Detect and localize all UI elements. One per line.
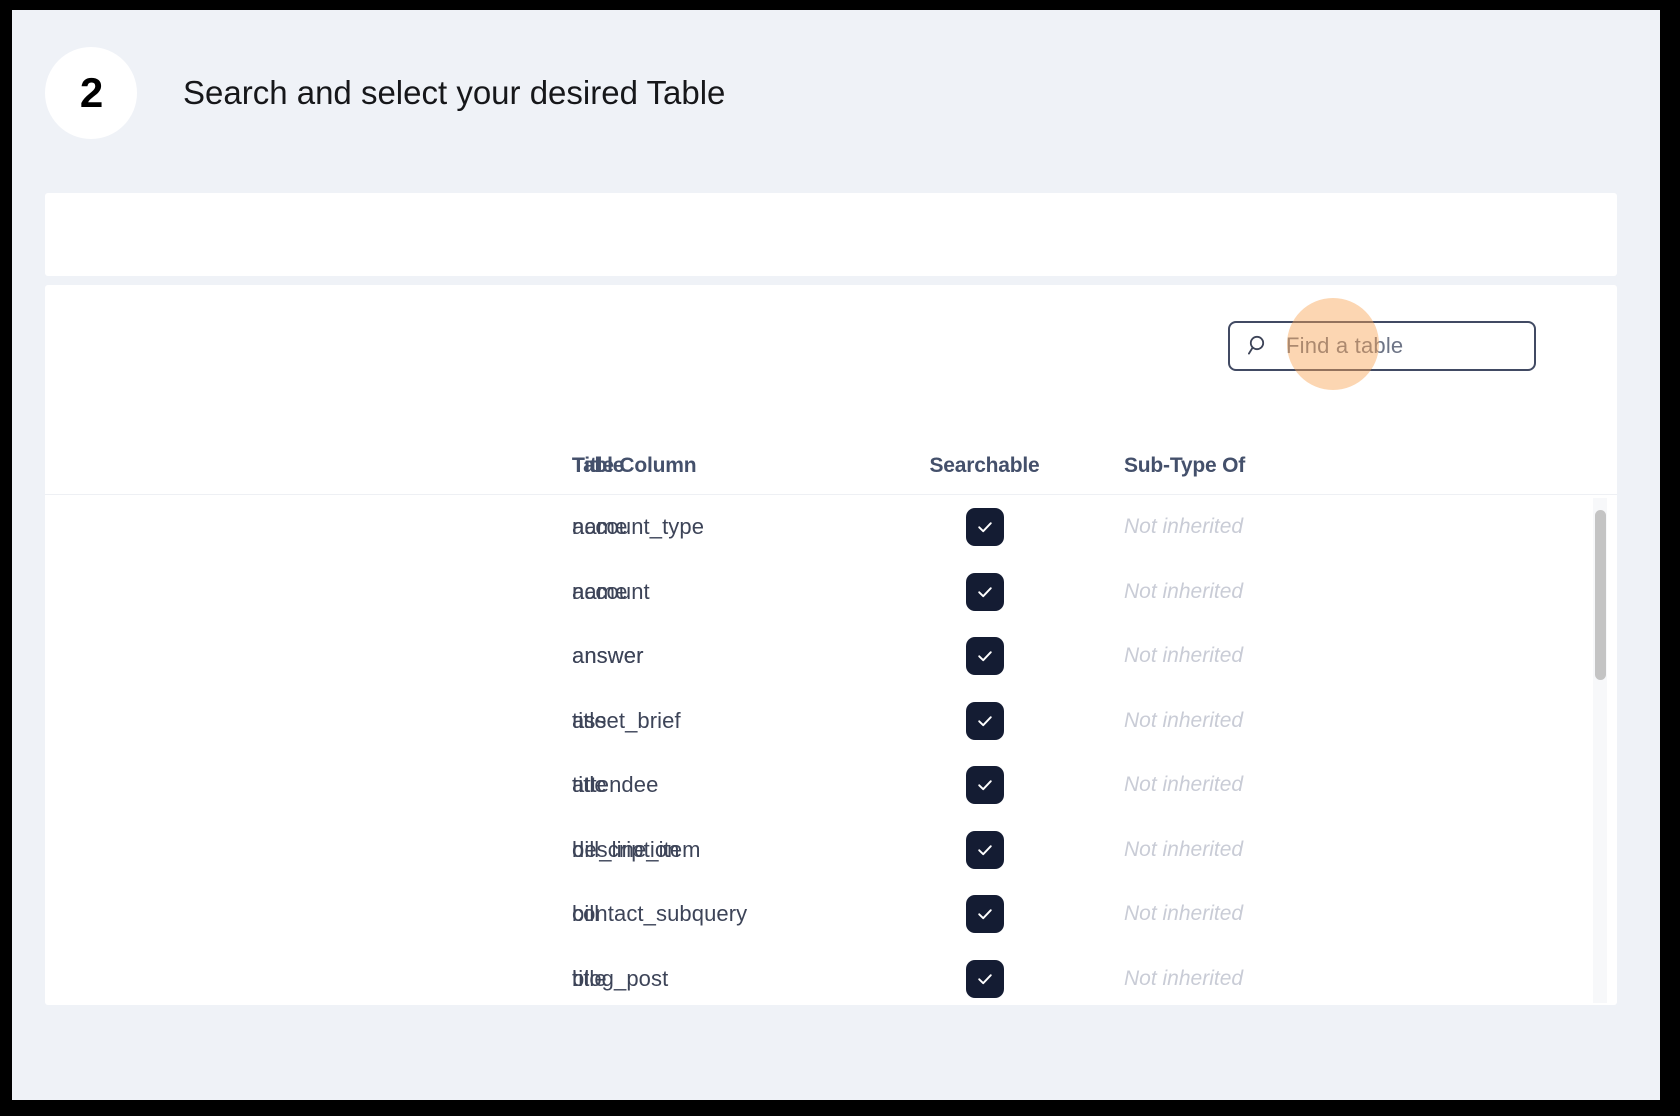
search-placeholder: Find a table bbox=[1286, 333, 1404, 358]
cell-searchable bbox=[859, 830, 1124, 869]
cell-searchable bbox=[859, 508, 1124, 547]
table-row[interactable]: blog_post title Not inherited bbox=[45, 947, 1617, 1006]
cell-sub-type-of: Not inherited bbox=[1124, 773, 1244, 797]
cell-table-name: bill_line_item bbox=[572, 836, 701, 862]
table-row[interactable]: account name Not inherited bbox=[45, 560, 1617, 625]
searchable-checkbox[interactable] bbox=[965, 508, 1004, 547]
searchable-checkbox[interactable] bbox=[965, 701, 1004, 740]
cell-table-name: attendee bbox=[572, 772, 659, 798]
cell-title-column: title bbox=[572, 965, 607, 991]
cell-searchable bbox=[859, 701, 1124, 740]
column-header-sub-type-of: Sub-Type Of bbox=[1124, 454, 1246, 477]
cell-sub-type-of: Not inherited bbox=[1124, 708, 1244, 732]
cell-title-column: answer bbox=[572, 643, 644, 669]
cell-sub-type-of: Not inherited bbox=[1124, 579, 1244, 603]
cell-sub-type-of: Not inherited bbox=[1124, 902, 1244, 926]
searchable-checkbox[interactable] bbox=[965, 830, 1004, 869]
cell-searchable bbox=[859, 895, 1124, 934]
table-row[interactable]: asset_brief title Not inherited bbox=[45, 689, 1617, 754]
searchable-checkbox[interactable] bbox=[965, 572, 1004, 611]
table-body: account_type name Not inherited account name… bbox=[45, 495, 1617, 1005]
searchable-checkbox[interactable] bbox=[965, 637, 1004, 676]
step-header: 2 Search and select your desired Table bbox=[45, 47, 725, 139]
tables-list: Table Title Column Searchable Sub-Type O… bbox=[45, 435, 1617, 1005]
cell-title-column: name bbox=[572, 578, 628, 604]
table-header-row: Table Title Column Searchable Sub-Type O… bbox=[45, 435, 1617, 495]
cell-table-name: asset_brief bbox=[572, 707, 681, 733]
cell-title-column: contact_subquery bbox=[572, 901, 748, 927]
top-panel bbox=[45, 193, 1617, 276]
cell-title-column: title bbox=[572, 772, 607, 798]
searchable-checkbox[interactable] bbox=[965, 959, 1004, 998]
cell-searchable bbox=[859, 572, 1124, 611]
table-panel: Find a table Table Title Column Searchab… bbox=[45, 285, 1617, 1005]
table-row[interactable]: attendee title Not inherited bbox=[45, 753, 1617, 818]
page-canvas: 2 Search and select your desired Table F… bbox=[12, 10, 1660, 1100]
search-input[interactable]: Find a table bbox=[1228, 321, 1536, 371]
cell-sub-type-of: Not inherited bbox=[1124, 837, 1244, 861]
table-scrollbar-thumb[interactable] bbox=[1595, 510, 1606, 680]
column-header-title-column: Title Column bbox=[572, 454, 697, 477]
table-row[interactable]: bill contact_subquery Not inherited bbox=[45, 882, 1617, 947]
column-header-searchable: Searchable bbox=[929, 454, 1040, 477]
search-icon bbox=[1248, 335, 1270, 357]
cell-searchable bbox=[859, 637, 1124, 676]
searchable-checkbox[interactable] bbox=[965, 766, 1004, 805]
column-header-table: Table bbox=[572, 454, 625, 477]
cell-table-name: account bbox=[572, 578, 650, 604]
step-number-badge: 2 bbox=[45, 47, 137, 139]
table-row[interactable]: bill_line_item description Not inherited bbox=[45, 818, 1617, 883]
table-row[interactable]: account_type name Not inherited bbox=[45, 495, 1617, 560]
cell-searchable bbox=[859, 959, 1124, 998]
screen-frame: 2 Search and select your desired Table F… bbox=[0, 0, 1680, 1116]
cell-sub-type-of: Not inherited bbox=[1124, 644, 1244, 668]
cell-table-name: answer bbox=[572, 643, 644, 669]
cell-title-column: title bbox=[572, 707, 607, 733]
cell-table-name: bill bbox=[572, 901, 600, 927]
table-scrollbar[interactable] bbox=[1593, 498, 1607, 1003]
cell-table-name: account_type bbox=[572, 514, 705, 540]
cell-sub-type-of: Not inherited bbox=[1124, 515, 1244, 539]
search-row: Find a table bbox=[1228, 321, 1536, 371]
page-title: Search and select your desired Table bbox=[183, 74, 726, 111]
table-row[interactable]: answer answer Not inherited bbox=[45, 624, 1617, 689]
cell-title-column: description bbox=[572, 836, 680, 862]
cell-sub-type-of: Not inherited bbox=[1124, 966, 1244, 990]
cell-searchable bbox=[859, 766, 1124, 805]
cell-table-name: blog_post bbox=[572, 965, 669, 991]
searchable-checkbox[interactable] bbox=[965, 895, 1004, 934]
cell-title-column: name bbox=[572, 514, 628, 540]
